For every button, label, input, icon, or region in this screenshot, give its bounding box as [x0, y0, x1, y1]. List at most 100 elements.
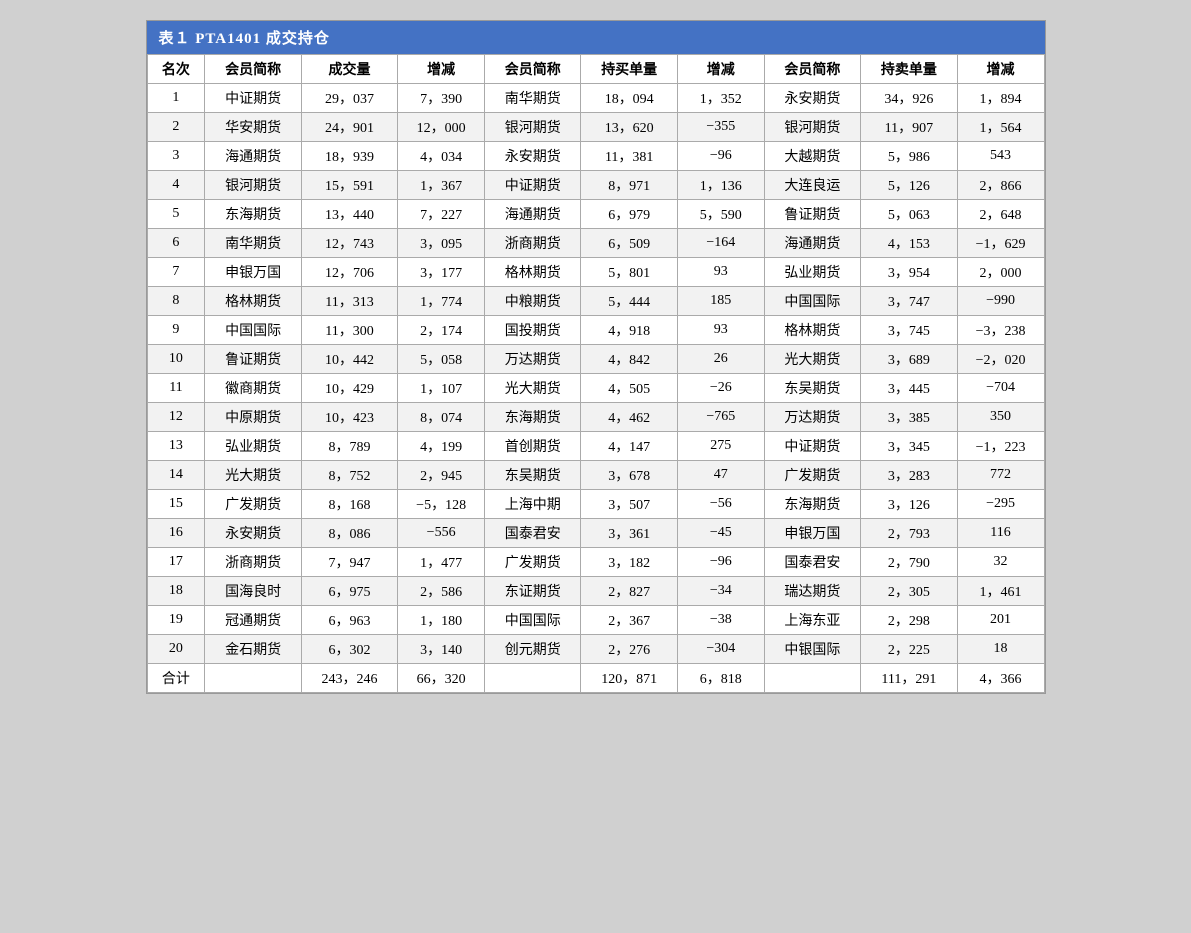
cell-n2: 中粮期货: [485, 287, 581, 316]
cell-v1: 12，743: [301, 229, 397, 258]
cell-v3: 4，153: [861, 229, 957, 258]
total-n2-empty: [485, 664, 581, 693]
cell-v1: 29，037: [301, 84, 397, 113]
cell-v1: 8，168: [301, 490, 397, 519]
cell-n3: 格林期货: [764, 316, 860, 345]
header-col3-vol: 持卖单量: [861, 55, 957, 84]
cell-c1: −556: [398, 519, 485, 548]
table-row: 16 永安期货 8，086 −556 国泰君安 3，361 −45 申银万国 2…: [147, 519, 1044, 548]
cell-c3: 1，894: [957, 84, 1044, 113]
cell-v1: 24，901: [301, 113, 397, 142]
cell-c1: 4，034: [398, 142, 485, 171]
cell-n2: 永安期货: [485, 142, 581, 171]
cell-n3: 万达期货: [764, 403, 860, 432]
cell-v2: 5，801: [581, 258, 677, 287]
cell-n3: 弘业期货: [764, 258, 860, 287]
cell-v3: 5，986: [861, 142, 957, 171]
cell-rank: 20: [147, 635, 205, 664]
header-col1-chg: 增减: [398, 55, 485, 84]
cell-c2: −56: [677, 490, 764, 519]
table-row: 2 华安期货 24，901 12，000 银河期货 13，620 −355 银河…: [147, 113, 1044, 142]
cell-c2: −164: [677, 229, 764, 258]
cell-c1: 7，390: [398, 84, 485, 113]
total-c3: 4，366: [957, 664, 1044, 693]
cell-c1: 3，177: [398, 258, 485, 287]
cell-v3: 2，305: [861, 577, 957, 606]
cell-v1: 12，706: [301, 258, 397, 287]
header-col2-chg: 增减: [677, 55, 764, 84]
cell-n1: 银河期货: [205, 171, 301, 200]
cell-v2: 11，381: [581, 142, 677, 171]
cell-n2: 格林期货: [485, 258, 581, 287]
cell-n1: 华安期货: [205, 113, 301, 142]
cell-n3: 海通期货: [764, 229, 860, 258]
cell-v2: 8，971: [581, 171, 677, 200]
cell-c3: 1，564: [957, 113, 1044, 142]
cell-c2: −96: [677, 142, 764, 171]
cell-n2: 上海中期: [485, 490, 581, 519]
cell-v3: 3，689: [861, 345, 957, 374]
header-col3-name: 会员简称: [764, 55, 860, 84]
cell-n3: 中国国际: [764, 287, 860, 316]
cell-v2: 2，367: [581, 606, 677, 635]
cell-n2: 国泰君安: [485, 519, 581, 548]
total-v1: 243，246: [301, 664, 397, 693]
cell-n3: 东海期货: [764, 490, 860, 519]
cell-c1: 2，586: [398, 577, 485, 606]
cell-n2: 东证期货: [485, 577, 581, 606]
table-row: 5 东海期货 13，440 7，227 海通期货 6，979 5，590 鲁证期…: [147, 200, 1044, 229]
cell-c2: −34: [677, 577, 764, 606]
cell-v3: 5，063: [861, 200, 957, 229]
table-row: 4 银河期货 15，591 1，367 中证期货 8，971 1，136 大连良…: [147, 171, 1044, 200]
table-row: 9 中国国际 11，300 2，174 国投期货 4，918 93 格林期货 3…: [147, 316, 1044, 345]
cell-c3: 772: [957, 461, 1044, 490]
table-row: 13 弘业期货 8，789 4，199 首创期货 4，147 275 中证期货 …: [147, 432, 1044, 461]
cell-v1: 6，975: [301, 577, 397, 606]
cell-rank: 2: [147, 113, 205, 142]
cell-v1: 11，300: [301, 316, 397, 345]
cell-v2: 6，979: [581, 200, 677, 229]
cell-n2: 南华期货: [485, 84, 581, 113]
cell-v1: 10，429: [301, 374, 397, 403]
cell-rank: 19: [147, 606, 205, 635]
cell-c1: 5，058: [398, 345, 485, 374]
cell-n1: 浙商期货: [205, 548, 301, 577]
cell-n2: 东海期货: [485, 403, 581, 432]
cell-n3: 国泰君安: [764, 548, 860, 577]
cell-c2: −765: [677, 403, 764, 432]
cell-v1: 8，789: [301, 432, 397, 461]
header-row: 名次 会员简称 成交量 增减 会员简称 持买单量 增减 会员简称 持卖单量 增减: [147, 55, 1044, 84]
cell-c2: 1，136: [677, 171, 764, 200]
data-table: 名次 会员简称 成交量 增减 会员简称 持买单量 增减 会员简称 持卖单量 增减…: [147, 54, 1045, 693]
total-n1-empty: [205, 664, 301, 693]
cell-n3: 大越期货: [764, 142, 860, 171]
cell-c2: −45: [677, 519, 764, 548]
table-row: 3 海通期货 18，939 4，034 永安期货 11，381 −96 大越期货…: [147, 142, 1044, 171]
cell-rank: 5: [147, 200, 205, 229]
cell-n1: 光大期货: [205, 461, 301, 490]
total-v2: 120，871: [581, 664, 677, 693]
table-row: 11 徽商期货 10，429 1，107 光大期货 4，505 −26 东吴期货…: [147, 374, 1044, 403]
cell-n2: 广发期货: [485, 548, 581, 577]
cell-v3: 2，793: [861, 519, 957, 548]
cell-n2: 首创期货: [485, 432, 581, 461]
cell-c1: 7，227: [398, 200, 485, 229]
cell-c1: −5，128: [398, 490, 485, 519]
cell-v2: 18，094: [581, 84, 677, 113]
cell-c3: −990: [957, 287, 1044, 316]
cell-rank: 8: [147, 287, 205, 316]
cell-n3: 东吴期货: [764, 374, 860, 403]
table-row: 19 冠通期货 6，963 1，180 中国国际 2，367 −38 上海东亚 …: [147, 606, 1044, 635]
cell-n1: 格林期货: [205, 287, 301, 316]
cell-v1: 10，423: [301, 403, 397, 432]
cell-c3: 543: [957, 142, 1044, 171]
cell-c1: 1，774: [398, 287, 485, 316]
cell-c2: 26: [677, 345, 764, 374]
cell-c1: 1，180: [398, 606, 485, 635]
cell-c3: −1，223: [957, 432, 1044, 461]
cell-c1: 4，199: [398, 432, 485, 461]
cell-c1: 2，174: [398, 316, 485, 345]
main-container: 表１ PTA1401 成交持仓 名次 会员简称 成交量 增减 会员简称 持买单量…: [146, 20, 1046, 694]
cell-c1: 1，367: [398, 171, 485, 200]
cell-rank: 1: [147, 84, 205, 113]
